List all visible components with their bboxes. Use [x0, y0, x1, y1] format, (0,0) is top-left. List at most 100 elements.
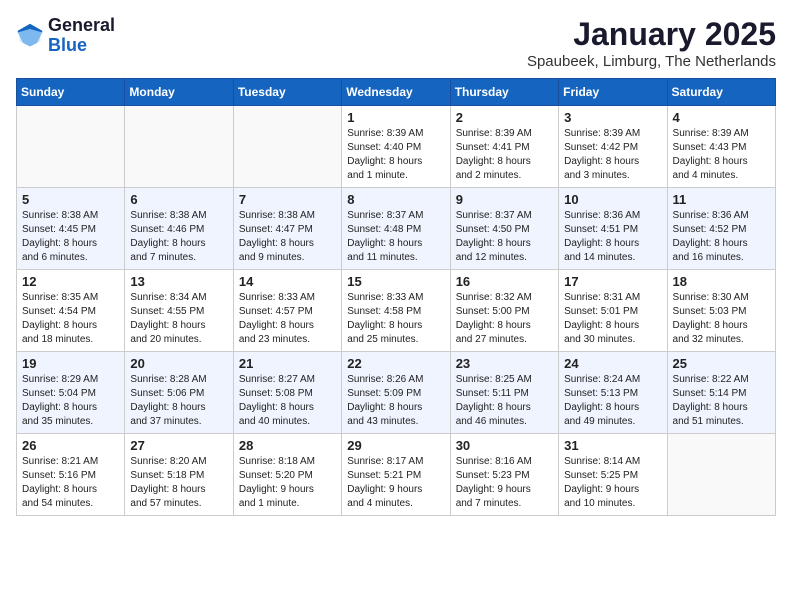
calendar-day-cell: 23 Sunrise: 8:25 AM Sunset: 5:11 PM Dayli… — [450, 352, 558, 434]
day-number: 28 — [239, 438, 336, 453]
calendar-day-cell: 13 Sunrise: 8:34 AM Sunset: 4:55 PM Dayli… — [125, 270, 233, 352]
day-info: Sunrise: 8:33 AM Sunset: 4:57 PM Dayligh… — [239, 291, 336, 347]
calendar-week-row: 5Sunrise: 8:38 AM Sunset: 4:45 PM Daylig… — [17, 188, 776, 270]
day-number: 16 — [456, 274, 553, 289]
day-info: Sunrise: 8:30 AM Sunset: 5:03 PM Dayligh… — [673, 291, 770, 347]
day-info: Sunrise: 8:39 AM Sunset: 4:43 PM Dayligh… — [673, 127, 770, 183]
day-info: Sunrise: 8:35 AM Sunset: 4:54 PM Dayligh… — [22, 291, 119, 347]
day-info: Sunrise: 8:24 AM Sunset: 5:13 PM Dayligh… — [564, 373, 661, 429]
calendar-day-cell: 1 Sunrise: 8:39 AM Sunset: 4:40 PM Daylig… — [342, 106, 450, 188]
calendar-day-cell: 21 Sunrise: 8:27 AM Sunset: 5:08 PM Dayli… — [233, 352, 341, 434]
day-number: 7 — [239, 192, 336, 207]
calendar-day-cell: 3 Sunrise: 8:39 AM Sunset: 4:42 PM Daylig… — [559, 106, 667, 188]
calendar-day-cell: 2 Sunrise: 8:39 AM Sunset: 4:41 PM Daylig… — [450, 106, 558, 188]
calendar-day-cell: 24 Sunrise: 8:24 AM Sunset: 5:13 PM Dayli… — [559, 352, 667, 434]
calendar-day-cell: 12 Sunrise: 8:35 AM Sunset: 4:54 PM Dayli… — [17, 270, 125, 352]
calendar-week-row: 12 Sunrise: 8:35 AM Sunset: 4:54 PM Dayli… — [17, 270, 776, 352]
calendar-day-cell: 8 Sunrise: 8:37 AM Sunset: 4:48 PM Daylig… — [342, 188, 450, 270]
month-year: January 2025 — [527, 16, 776, 53]
day-number: 11 — [673, 192, 770, 207]
day-number: 2 — [456, 110, 553, 125]
calendar-table: SundayMondayTuesdayWednesdayThursdayFrid… — [16, 78, 776, 516]
calendar-day-cell: 29 Sunrise: 8:17 AM Sunset: 5:21 PM Dayli… — [342, 434, 450, 516]
day-number: 14 — [239, 274, 336, 289]
day-info: Sunrise: 8:37 AM Sunset: 4:48 PM Dayligh… — [347, 209, 444, 265]
day-number: 17 — [564, 274, 661, 289]
calendar-day-cell: 5Sunrise: 8:38 AM Sunset: 4:45 PM Daylig… — [17, 188, 125, 270]
day-number: 12 — [22, 274, 119, 289]
calendar-day-cell — [17, 106, 125, 188]
calendar-day-cell: 9Sunrise: 8:37 AM Sunset: 4:50 PM Daylig… — [450, 188, 558, 270]
title-block: January 2025 Spaubeek, Limburg, The Neth… — [527, 16, 776, 70]
calendar-day-cell: 22Sunrise: 8:26 AM Sunset: 5:09 PM Dayli… — [342, 352, 450, 434]
day-info: Sunrise: 8:39 AM Sunset: 4:41 PM Dayligh… — [456, 127, 553, 183]
weekday-header: Friday — [559, 79, 667, 106]
weekday-header: Thursday — [450, 79, 558, 106]
day-number: 19 — [22, 356, 119, 371]
day-number: 3 — [564, 110, 661, 125]
day-info: Sunrise: 8:27 AM Sunset: 5:08 PM Dayligh… — [239, 373, 336, 429]
day-number: 20 — [130, 356, 227, 371]
day-number: 1 — [347, 110, 444, 125]
day-info: Sunrise: 8:38 AM Sunset: 4:45 PM Dayligh… — [22, 209, 119, 265]
day-number: 25 — [673, 356, 770, 371]
day-number: 24 — [564, 356, 661, 371]
day-number: 8 — [347, 192, 444, 207]
day-info: Sunrise: 8:17 AM Sunset: 5:21 PM Dayligh… — [347, 455, 444, 511]
location: Spaubeek, Limburg, The Netherlands — [527, 53, 776, 70]
calendar-day-cell: 11 Sunrise: 8:36 AM Sunset: 4:52 PM Dayli… — [667, 188, 775, 270]
day-info: Sunrise: 8:36 AM Sunset: 4:52 PM Dayligh… — [673, 209, 770, 265]
day-number: 21 — [239, 356, 336, 371]
logo-icon — [16, 22, 44, 50]
calendar-day-cell: 30 Sunrise: 8:16 AM Sunset: 5:23 PM Dayli… — [450, 434, 558, 516]
weekday-header: Wednesday — [342, 79, 450, 106]
logo: General Blue — [16, 16, 115, 56]
day-info: Sunrise: 8:38 AM Sunset: 4:47 PM Dayligh… — [239, 209, 336, 265]
day-number: 27 — [130, 438, 227, 453]
day-info: Sunrise: 8:18 AM Sunset: 5:20 PM Dayligh… — [239, 455, 336, 511]
calendar-day-cell — [125, 106, 233, 188]
calendar-week-row: 26 Sunrise: 8:21 AM Sunset: 5:16 PM Dayli… — [17, 434, 776, 516]
day-info: Sunrise: 8:33 AM Sunset: 4:58 PM Dayligh… — [347, 291, 444, 347]
day-info: Sunrise: 8:29 AM Sunset: 5:04 PM Dayligh… — [22, 373, 119, 429]
page-header: General Blue January 2025 Spaubeek, Limb… — [16, 16, 776, 70]
calendar-day-cell: 4 Sunrise: 8:39 AM Sunset: 4:43 PM Daylig… — [667, 106, 775, 188]
day-info: Sunrise: 8:16 AM Sunset: 5:23 PM Dayligh… — [456, 455, 553, 511]
day-number: 30 — [456, 438, 553, 453]
calendar-day-cell: 28 Sunrise: 8:18 AM Sunset: 5:20 PM Dayli… — [233, 434, 341, 516]
calendar-week-row: 1 Sunrise: 8:39 AM Sunset: 4:40 PM Daylig… — [17, 106, 776, 188]
calendar-day-cell: 7 Sunrise: 8:38 AM Sunset: 4:47 PM Daylig… — [233, 188, 341, 270]
day-info: Sunrise: 8:14 AM Sunset: 5:25 PM Dayligh… — [564, 455, 661, 511]
day-info: Sunrise: 8:39 AM Sunset: 4:42 PM Dayligh… — [564, 127, 661, 183]
calendar-day-cell: 15Sunrise: 8:33 AM Sunset: 4:58 PM Dayli… — [342, 270, 450, 352]
calendar-header-row: SundayMondayTuesdayWednesdayThursdayFrid… — [17, 79, 776, 106]
day-info: Sunrise: 8:20 AM Sunset: 5:18 PM Dayligh… — [130, 455, 227, 511]
day-info: Sunrise: 8:38 AM Sunset: 4:46 PM Dayligh… — [130, 209, 227, 265]
day-number: 4 — [673, 110, 770, 125]
calendar-day-cell: 17Sunrise: 8:31 AM Sunset: 5:01 PM Dayli… — [559, 270, 667, 352]
day-number: 29 — [347, 438, 444, 453]
calendar-day-cell — [233, 106, 341, 188]
logo-text: General Blue — [48, 16, 115, 56]
day-number: 13 — [130, 274, 227, 289]
calendar-day-cell: 20Sunrise: 8:28 AM Sunset: 5:06 PM Dayli… — [125, 352, 233, 434]
calendar-day-cell: 14 Sunrise: 8:33 AM Sunset: 4:57 PM Dayli… — [233, 270, 341, 352]
day-info: Sunrise: 8:39 AM Sunset: 4:40 PM Dayligh… — [347, 127, 444, 183]
weekday-header: Sunday — [17, 79, 125, 106]
day-info: Sunrise: 8:25 AM Sunset: 5:11 PM Dayligh… — [456, 373, 553, 429]
weekday-header: Saturday — [667, 79, 775, 106]
calendar-day-cell: 25Sunrise: 8:22 AM Sunset: 5:14 PM Dayli… — [667, 352, 775, 434]
day-number: 26 — [22, 438, 119, 453]
day-info: Sunrise: 8:21 AM Sunset: 5:16 PM Dayligh… — [22, 455, 119, 511]
calendar-day-cell: 6 Sunrise: 8:38 AM Sunset: 4:46 PM Daylig… — [125, 188, 233, 270]
weekday-header: Tuesday — [233, 79, 341, 106]
day-info: Sunrise: 8:34 AM Sunset: 4:55 PM Dayligh… — [130, 291, 227, 347]
day-number: 23 — [456, 356, 553, 371]
day-number: 31 — [564, 438, 661, 453]
calendar-day-cell: 26 Sunrise: 8:21 AM Sunset: 5:16 PM Dayli… — [17, 434, 125, 516]
day-number: 6 — [130, 192, 227, 207]
day-info: Sunrise: 8:26 AM Sunset: 5:09 PM Dayligh… — [347, 373, 444, 429]
day-number: 10 — [564, 192, 661, 207]
calendar-day-cell — [667, 434, 775, 516]
day-number: 9 — [456, 192, 553, 207]
